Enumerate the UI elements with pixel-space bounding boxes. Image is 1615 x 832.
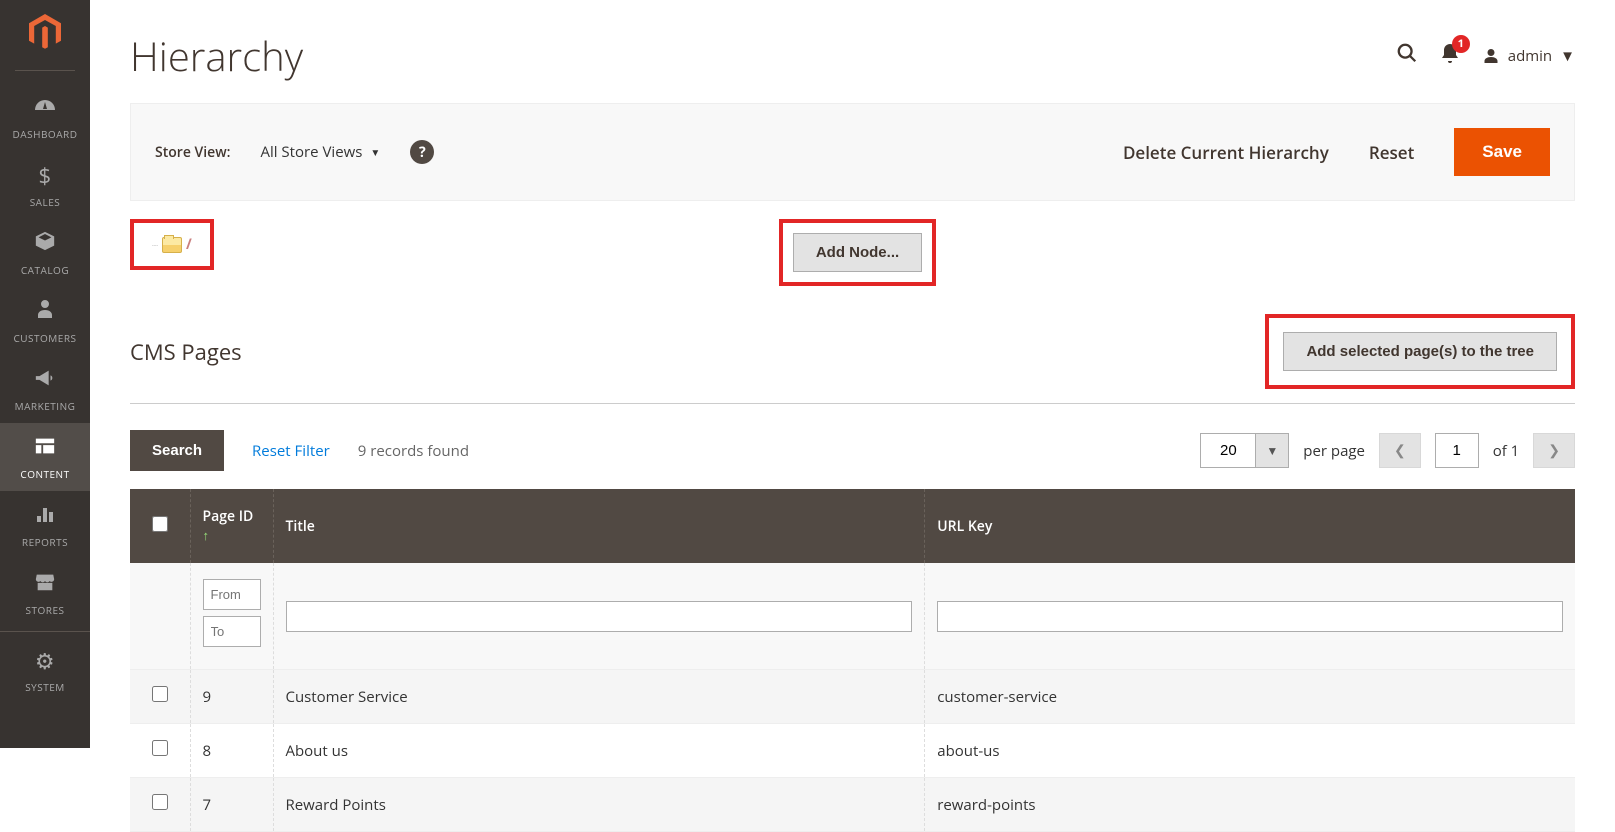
nav-reports[interactable]: REPORTS [0,491,90,559]
select-all-checkbox[interactable] [152,516,168,532]
nav-label: SYSTEM [25,680,65,694]
chevron-down-icon: ▼ [1560,46,1575,66]
page-title: Hierarchy [130,28,303,83]
nav-label: STORES [26,603,65,617]
column-url-key[interactable]: URL Key [925,489,1575,563]
hierarchy-tree-root[interactable]: ┈ / [130,219,214,270]
column-page-id[interactable]: Page ID ↑ [190,489,273,563]
per-page-dropdown[interactable]: ▼ [1256,433,1289,468]
store-view-value: All Store Views [260,142,362,162]
records-found: 9 records found [358,441,469,461]
cms-pages-title: CMS Pages [130,337,242,367]
prev-page-button[interactable]: ❮ [1379,433,1421,468]
nav-system[interactable]: ⚙ SYSTEM [0,631,90,704]
gear-icon: ⚙ [0,646,90,676]
save-button[interactable]: Save [1454,128,1550,176]
row-checkbox[interactable] [152,740,168,756]
row-checkbox[interactable] [152,686,168,702]
magento-logo[interactable] [25,12,65,52]
notification-icon[interactable]: 1 [1440,41,1460,71]
user-icon [1482,47,1500,65]
chevron-down-icon: ▼ [370,145,380,159]
next-page-button[interactable]: ❯ [1533,433,1575,468]
store-view-label: Store View: [155,143,230,162]
page-of-label: of 1 [1493,441,1520,461]
cell-page-id: 7 [190,778,273,832]
nav-sales[interactable]: $ SALES [0,151,90,219]
bars-icon [0,501,90,531]
nav-label: SALES [30,195,61,209]
sidebar-divider [15,70,75,71]
filter-title-input[interactable] [286,601,913,632]
cms-pages-grid: Page ID ↑ Title URL Key 9 Customer Servi… [130,489,1575,832]
admin-label: admin [1508,46,1552,66]
cell-url-key: about-us [925,724,1575,778]
megaphone-icon [0,365,90,395]
add-selected-pages-button[interactable]: Add selected page(s) to the tree [1283,332,1557,371]
admin-account-menu[interactable]: admin ▼ [1482,46,1575,66]
nav-stores[interactable]: STORES [0,559,90,627]
box-icon [0,229,90,259]
nav-label: MARKETING [15,399,76,413]
reset-button[interactable]: Reset [1369,141,1414,164]
nav-customers[interactable]: CUSTOMERS [0,287,90,355]
nav-label: DASHBOARD [13,127,78,141]
folder-icon [162,237,182,253]
reset-filter-link[interactable]: Reset Filter [252,441,330,461]
nav-label: CATALOG [21,263,69,277]
search-icon[interactable] [1396,41,1418,71]
cell-url-key: customer-service [925,670,1575,724]
add-node-highlight: Add Node... [779,219,936,286]
nav-label: CONTENT [20,467,69,481]
sort-asc-icon: ↑ [203,526,210,544]
store-view-select[interactable]: All Store Views ▼ [260,142,380,162]
help-icon[interactable]: ? [410,140,434,164]
dashboard-icon [0,93,90,123]
add-selected-highlight: Add selected page(s) to the tree [1265,314,1575,389]
filter-page-id-to[interactable] [203,616,261,647]
nav-label: REPORTS [22,535,68,549]
page-toolbar: Store View: All Store Views ▼ ? Delete C… [130,103,1575,201]
add-node-button[interactable]: Add Node... [793,233,922,272]
delete-hierarchy-button[interactable]: Delete Current Hierarchy [1123,141,1329,164]
table-row[interactable]: 8 About us about-us [130,724,1575,778]
admin-sidebar: DASHBOARD $ SALES CATALOG CUSTOMERS MARKE… [0,0,90,748]
per-page-label: per page [1303,441,1365,461]
nav-label: CUSTOMERS [13,331,76,345]
layout-icon [0,433,90,463]
table-row[interactable]: 9 Customer Service customer-service [130,670,1575,724]
cell-title: About us [273,724,925,778]
nav-dashboard[interactable]: DASHBOARD [0,83,90,151]
cell-url-key: reward-points [925,778,1575,832]
cell-title: Reward Points [273,778,925,832]
cell-page-id: 9 [190,670,273,724]
tree-connector-icon: ┈ [152,238,158,252]
current-page-input[interactable] [1435,433,1479,468]
dollar-icon: $ [0,161,90,191]
nav-content[interactable]: CONTENT [0,423,90,491]
cell-title: Customer Service [273,670,925,724]
store-icon [0,569,90,599]
nav-catalog[interactable]: CATALOG [0,219,90,287]
table-row[interactable]: 7 Reward Points reward-points [130,778,1575,832]
column-title[interactable]: Title [273,489,925,563]
nav-marketing[interactable]: MARKETING [0,355,90,423]
person-icon [0,297,90,327]
search-button[interactable]: Search [130,430,224,471]
row-checkbox[interactable] [152,794,168,810]
filter-url-key-input[interactable] [937,601,1563,632]
notification-badge: 1 [1452,35,1470,53]
cell-page-id: 8 [190,724,273,778]
tree-root-label: / [186,235,192,254]
filter-page-id-from[interactable] [203,579,261,610]
per-page-input[interactable] [1200,433,1256,468]
